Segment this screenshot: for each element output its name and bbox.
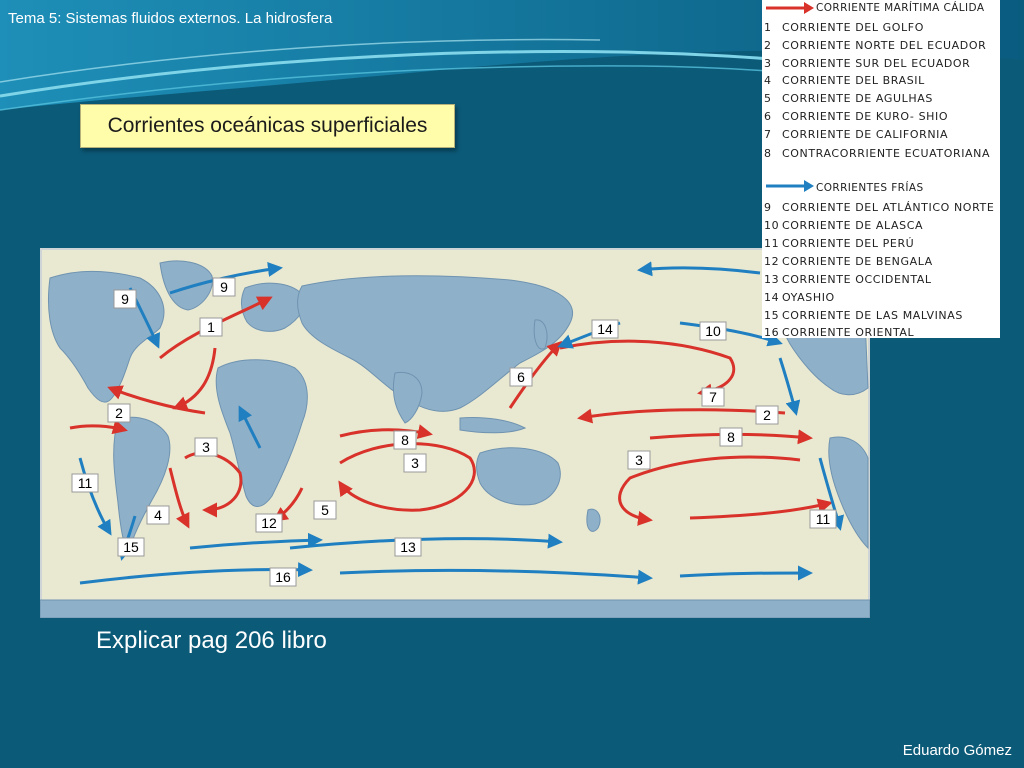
- legend-item-2: 2 Corriente norte del Ecuador: [764, 39, 987, 52]
- map-label-15: 15: [117, 537, 145, 557]
- map-label-3a: 3: [194, 437, 218, 457]
- ocean-currents-map: 9 9 1 2 3 4 15 11 12 5 13 16 8 3 6 14 10…: [40, 248, 870, 618]
- svg-text:2: 2: [115, 405, 123, 421]
- legend-item-11: 11 Corriente del Perú: [764, 237, 915, 250]
- antarctica: [40, 599, 870, 618]
- legend-item-7: 7 Corriente de California: [764, 128, 949, 141]
- svg-text:1: 1: [207, 319, 215, 335]
- legend-item-15: 15 Corriente de las malvinas: [764, 309, 963, 322]
- map-label-6: 6: [509, 367, 533, 387]
- cold-heading: Corrientes frías: [816, 182, 924, 194]
- svg-text:3: 3: [635, 452, 643, 468]
- section-title-box: Corrientes oceánicas superficiales: [80, 104, 455, 148]
- svg-text:8: 8: [401, 432, 409, 448]
- svg-text:3: 3: [411, 455, 419, 471]
- legend-item-12: 12 Corriente de Bengala: [764, 255, 933, 268]
- map-label-9b: 9: [212, 277, 236, 297]
- map-label-11a: 11: [71, 473, 99, 493]
- svg-text:11: 11: [78, 475, 93, 491]
- svg-text:16: 16: [275, 569, 291, 585]
- svg-text:11: 11: [816, 511, 831, 527]
- warm-arrow-icon: [766, 2, 814, 14]
- legend-item-14: 14 Oyashio: [764, 291, 835, 304]
- svg-text:5: 5: [321, 502, 329, 518]
- legend-item-6: 6 Corriente de Kuro- Shio: [764, 110, 949, 123]
- map-label-14: 14: [591, 319, 619, 339]
- svg-text:14: 14: [597, 321, 613, 337]
- svg-text:15: 15: [123, 539, 139, 555]
- map-label-8b: 8: [719, 427, 743, 447]
- svg-text:8: 8: [727, 429, 735, 445]
- map-label-2b: 2: [755, 405, 779, 425]
- legend-item-16: 16 Corriente oriental: [764, 326, 915, 339]
- section-title: Corrientes oceánicas superficiales: [107, 114, 428, 137]
- map-label-7: 7: [701, 387, 725, 407]
- legend-item-10: 10 Corriente de Alasca: [764, 219, 924, 232]
- author-name: Eduardo Gómez: [902, 742, 1012, 759]
- map-label-2a: 2: [107, 403, 131, 423]
- map-label-4: 4: [146, 505, 170, 525]
- world-map: 9 9 1 2 3 4 15 11 12 5 13 16 8 3 6 14 10…: [40, 248, 870, 618]
- map-label-8a: 8: [393, 430, 417, 450]
- cold-arrow-icon: [766, 180, 814, 192]
- svg-text:9: 9: [121, 291, 129, 307]
- svg-text:4: 4: [154, 507, 162, 523]
- svg-text:13: 13: [400, 539, 416, 555]
- legend-item-3: 3 Corriente sur del Ecuador: [764, 57, 971, 70]
- map-label-9a: 9: [113, 289, 137, 309]
- legend-item-1: 1 Corriente del Golfo: [764, 21, 924, 34]
- map-label-1: 1: [199, 317, 223, 337]
- svg-text:3: 3: [202, 439, 210, 455]
- slide-header-title: Tema 5: Sistemas fluidos externos. La hi…: [8, 10, 333, 27]
- map-label-5: 5: [313, 500, 337, 520]
- map-label-16: 16: [269, 567, 297, 587]
- currents-legend: Corriente marítima cálida 1 Corriente del…: [762, 0, 1000, 339]
- svg-text:12: 12: [261, 515, 277, 531]
- legend-item-8: 8 Contracorriente ecuatoriana: [764, 147, 991, 160]
- explain-note: Explicar pag 206 libro: [96, 627, 327, 654]
- legend-item-4: 4 Corriente del Brasil: [764, 74, 925, 87]
- svg-text:10: 10: [705, 323, 721, 339]
- svg-text:7: 7: [709, 389, 717, 405]
- warm-heading: Corriente marítima cálida: [816, 2, 985, 14]
- svg-text:6: 6: [517, 369, 525, 385]
- legend-item-9: 9 Corriente del Atlántico norte: [764, 201, 995, 214]
- map-label-11b: 11: [809, 509, 837, 529]
- map-label-12: 12: [255, 513, 283, 533]
- legend-item-13: 13 Corriente occidental: [764, 273, 932, 286]
- new-zealand: [586, 508, 601, 532]
- map-label-13: 13: [394, 537, 422, 557]
- map-label-3c: 3: [627, 450, 651, 470]
- legend-item-5: 5 Corriente de Agulhas: [764, 92, 933, 105]
- map-label-3b: 3: [403, 453, 427, 473]
- svg-text:2: 2: [763, 407, 771, 423]
- svg-text:9: 9: [220, 279, 228, 295]
- map-label-10: 10: [699, 321, 727, 341]
